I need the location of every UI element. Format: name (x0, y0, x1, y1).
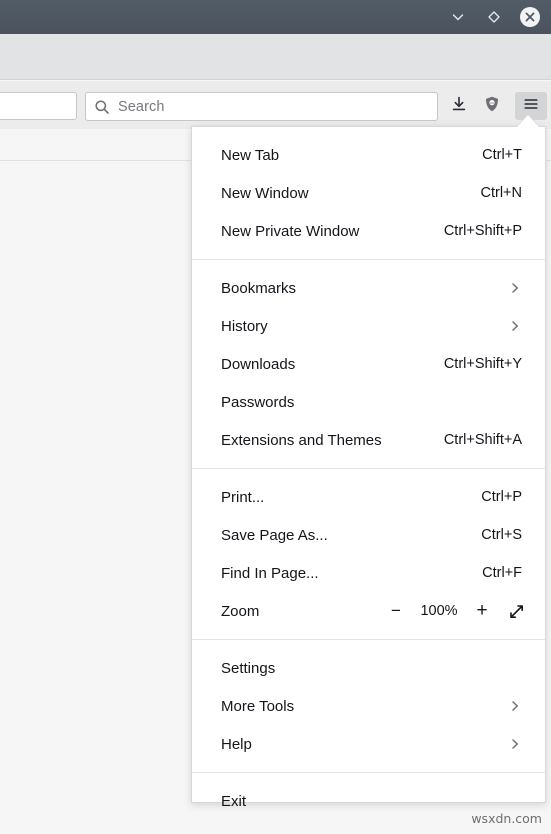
chevron-right-icon (508, 319, 522, 333)
menu-item-shortcut: Ctrl+Shift+P (443, 223, 522, 239)
menu-item-label: Save Page As... (221, 526, 328, 544)
menu-item-label: Extensions and Themes (221, 431, 382, 449)
search-icon (94, 99, 110, 115)
application-menu-panel: New Tab Ctrl+T New Window Ctrl+N New Private… (191, 126, 546, 810)
menu-item-label: Print... (221, 488, 265, 506)
menu-item-shortcut: Ctrl+S (481, 527, 522, 543)
close-button[interactable] (519, 6, 541, 28)
address-bar[interactable] (0, 92, 77, 120)
menu-item-shortcut: Ctrl+P (481, 489, 522, 505)
menu-item-label: New Tab (221, 146, 280, 164)
downloads-button[interactable] (444, 92, 474, 120)
chevron-right-icon (508, 699, 522, 713)
menu-item-print[interactable]: Print... Ctrl+P (192, 478, 545, 516)
download-icon (450, 95, 468, 118)
menu-item-new-window[interactable]: New Window Ctrl+N (192, 174, 545, 212)
menu-item-settings[interactable]: Settings (192, 649, 545, 687)
browser-window: Search uo New Tab Ctrl+T New Window Ctrl… (0, 0, 551, 834)
menu-item-label: New Private Window (221, 222, 360, 240)
chevron-down-icon (450, 9, 466, 25)
menu-item-label: More Tools (221, 697, 295, 715)
shield-icon: uo (483, 95, 501, 118)
menu-item-shortcut: Ctrl+Shift+A (443, 432, 522, 448)
menu-item-downloads[interactable]: Downloads Ctrl+Shift+Y (192, 345, 545, 383)
expand-arrows-icon[interactable] (505, 600, 527, 622)
menu-item-bookmarks[interactable]: Bookmarks (192, 269, 545, 307)
minimize-button[interactable] (447, 6, 469, 28)
zoom-level-value[interactable]: 100% (419, 603, 459, 619)
menu-item-passwords[interactable]: Passwords (192, 383, 545, 421)
menu-item-label: Bookmarks (221, 279, 297, 297)
maximize-button[interactable] (483, 6, 505, 28)
ublock-origin-button[interactable]: uo (477, 92, 507, 120)
menu-item-history[interactable]: History (192, 307, 545, 345)
menu-item-zoom: Zoom −100% + (192, 592, 545, 630)
zoom-out-button[interactable]: − (385, 600, 407, 622)
menu-item-label: Downloads (221, 355, 296, 373)
zoom-in-button[interactable]: + (471, 600, 493, 622)
menu-item-new-private-window[interactable]: New Private Window Ctrl+Shift+P (192, 212, 545, 250)
chevron-right-icon (508, 737, 522, 751)
zoom-controls: −100% + (385, 600, 527, 622)
menu-group: Print... Ctrl+P Save Page As... Ctrl+S Find … (192, 469, 545, 640)
menu-item-label: Help (221, 735, 252, 753)
menu-item-shortcut: Ctrl+N (480, 185, 523, 201)
menu-item-label: Settings (221, 659, 276, 677)
title-bar (0, 0, 551, 34)
search-placeholder: Search (118, 98, 165, 115)
menu-item-save-page-as[interactable]: Save Page As... Ctrl+S (192, 516, 545, 554)
chevron-right-icon (508, 281, 522, 295)
menu-item-label: History (221, 317, 268, 335)
menu-item-shortcut: Ctrl+T (482, 147, 522, 163)
menu-item-shortcut: Ctrl+F (482, 565, 522, 581)
window-controls (447, 6, 551, 28)
menu-item-label: New Window (221, 184, 309, 202)
menu-item-find-in-page[interactable]: Find In Page... Ctrl+F (192, 554, 545, 592)
svg-text:uo: uo (490, 101, 494, 105)
diamond-icon (486, 9, 502, 25)
watermark: wsxdn.com (471, 811, 542, 826)
menu-panel-pointer (517, 115, 539, 127)
tab-strip-band (0, 34, 551, 80)
menu-group: New Tab Ctrl+T New Window Ctrl+N New Private… (192, 127, 545, 260)
zoom-label: Zoom (221, 602, 260, 620)
menu-group: Settings More Tools Help (192, 640, 545, 773)
menu-item-extensions-and-themes[interactable]: Extensions and Themes Ctrl+Shift+A (192, 421, 545, 459)
menu-group: Bookmarks History Downloads Ctrl+Shift+Y Pas… (192, 260, 545, 469)
menu-item-label: Find In Page... (221, 564, 319, 582)
menu-item-label: Exit (221, 792, 247, 810)
menu-item-shortcut: Ctrl+Shift+Y (443, 356, 522, 372)
search-bar[interactable]: Search (85, 92, 438, 121)
menu-item-more-tools[interactable]: More Tools (192, 687, 545, 725)
close-icon (519, 6, 541, 28)
menu-item-label: Passwords (221, 393, 295, 411)
menu-item-new-tab[interactable]: New Tab Ctrl+T (192, 136, 545, 174)
menu-item-help[interactable]: Help (192, 725, 545, 763)
